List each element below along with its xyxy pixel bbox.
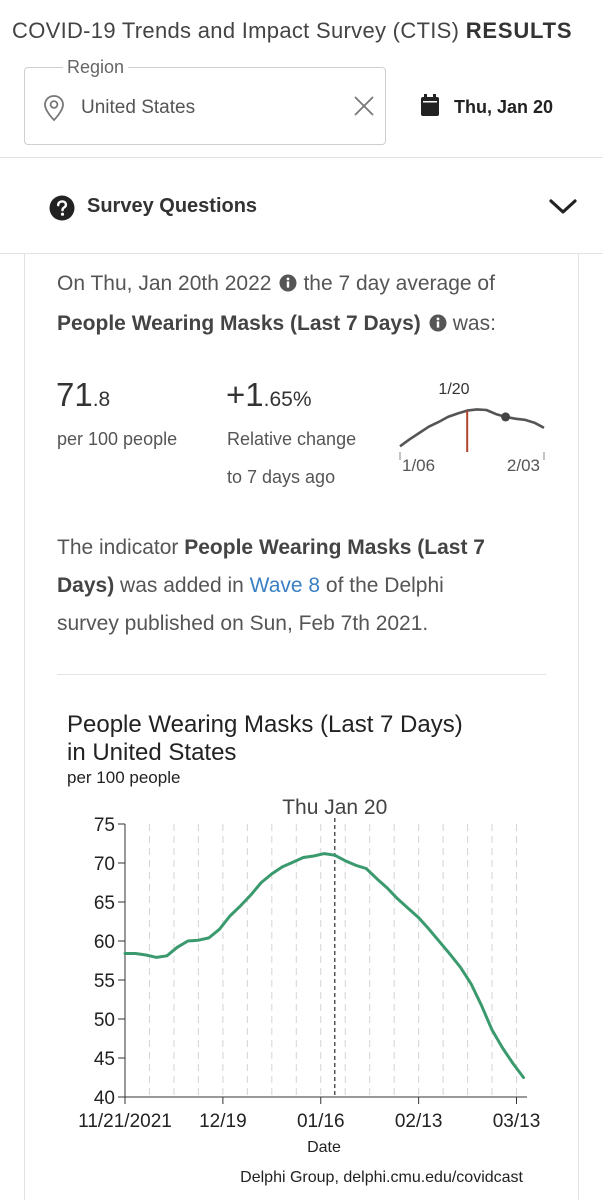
y-tick-label: 65 [94, 893, 115, 914]
sparkline-line [399, 408, 545, 448]
question-circle-icon [49, 195, 75, 226]
summary-line-2: People Wearing Masks (Last 7 Days) was: [57, 312, 496, 338]
date-value: Thu, Jan 20 [454, 96, 554, 117]
x-tick-label: 01/16 [297, 1111, 345, 1132]
x-tick-label: 11/21/2021 [78, 1111, 172, 1132]
location-pin-icon [43, 94, 65, 127]
y-tick-label: 60 [94, 932, 115, 953]
y-tick-label: 75 [94, 815, 115, 836]
app-title-bold: RESULTS [465, 18, 573, 43]
divider [57, 674, 546, 675]
summary-line-1: On Thu, Jan 20th 2022 the 7 day average o… [57, 272, 495, 298]
x-tick-label: 12/19 [199, 1111, 247, 1132]
y-tick-label: 50 [94, 1010, 115, 1031]
region-selector[interactable]: Region United States [24, 57, 386, 145]
sparkline-marker [501, 412, 511, 422]
series-line [123, 852, 525, 1079]
top-bar: COVID-19 Trends and Impact Survey (CTIS)… [0, 0, 603, 158]
sparkline: 1/20 1/06 2/03 [399, 381, 545, 475]
chevron-down-icon[interactable] [548, 198, 578, 221]
y-tick-label: 55 [94, 971, 115, 992]
line-chart: 40 45 50 55 60 65 70 75 11/21/2021 12/19 01/16 02/1… [78, 796, 540, 1186]
change-label: Relative change [227, 429, 357, 449]
x-axis-title: Date [307, 1139, 341, 1156]
wave-line-3: survey published on Sun, Feb 7th 2021. [57, 612, 429, 635]
wave-line-2: Days) was added in Wave 8 of the Delphi [57, 574, 444, 597]
sparkline-label-right: 2/03 [507, 456, 540, 475]
chart-source: Delphi Group, delphi.cmu.edu/covidcast [240, 1169, 523, 1186]
chart-grid [124, 818, 518, 1097]
y-tick-label: 45 [94, 1049, 115, 1070]
region-label: Region [63, 57, 129, 78]
highlight-label: Thu Jan 20 [282, 796, 387, 819]
chart-title-line-2: in United States [67, 739, 237, 766]
survey-questions-label: Survey Questions [87, 195, 258, 217]
y-tick-label: 70 [94, 854, 115, 875]
sparkline-label-left: 1/06 [402, 456, 435, 475]
chart-subtitle: per 100 people [67, 768, 181, 787]
clear-icon[interactable] [353, 95, 375, 122]
wave-line-1: The indicator People Wearing Masks (Last… [57, 536, 485, 559]
info-icon[interactable] [429, 314, 447, 338]
value-unit: per 100 people [57, 429, 178, 449]
info-icon[interactable] [279, 274, 297, 298]
value-stat: 71.8 [56, 376, 111, 413]
date-picker[interactable]: Thu, Jan 20 [420, 93, 554, 122]
chart-title: People Wearing Masks (Last 7 Days) [67, 711, 463, 738]
region-input[interactable]: United States [81, 97, 195, 119]
chart-labels: Thu Jan 20 Date Delphi Group, delphi.cmu.e… [240, 796, 523, 1186]
x-tick-label: 02/13 [395, 1111, 443, 1132]
calendar-icon [420, 93, 440, 122]
change-stat: +1.65% [226, 376, 312, 413]
y-tick-label: 40 [94, 1088, 115, 1109]
chart-axes: 40 45 50 55 60 65 70 75 11/21/2021 12/19 01/16 02/1… [78, 815, 540, 1132]
chart-series [123, 852, 525, 1079]
indicator-name: People Wearing Masks (Last 7 Days) [57, 312, 421, 335]
x-tick-label: 03/13 [493, 1111, 541, 1132]
sparkline-label-top: 1/20 [438, 381, 469, 398]
wave-link[interactable]: Wave 8 [250, 574, 320, 597]
change-label: to 7 days ago [227, 467, 336, 487]
divider [0, 253, 603, 254]
app-title: COVID-19 Trends and Impact Survey (CTIS)… [12, 18, 573, 43]
